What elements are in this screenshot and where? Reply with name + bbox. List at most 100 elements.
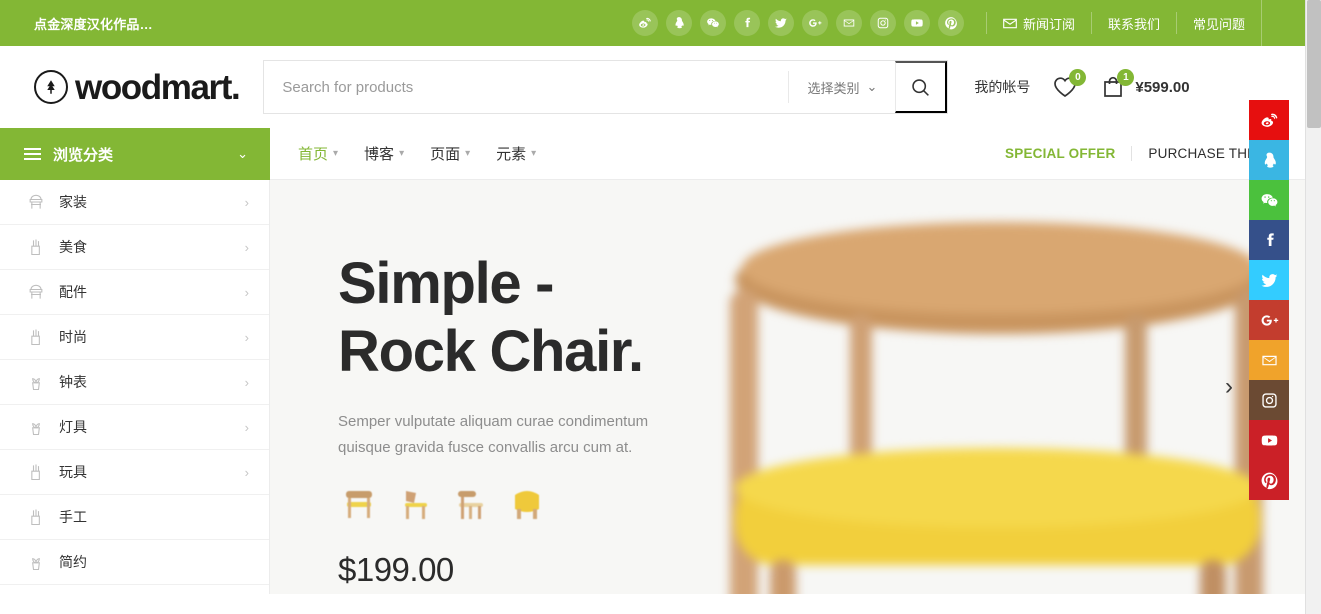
google-plus-icon[interactable] xyxy=(801,10,828,36)
rail-google-plus-button[interactable] xyxy=(1249,300,1289,340)
my-account-link[interactable]: 我的帐号 xyxy=(974,77,1030,97)
browse-categories-label: 浏览分类 xyxy=(53,146,114,164)
sidebar-item-label: 手工 xyxy=(59,509,87,525)
chair-thumb-icon xyxy=(515,491,539,520)
rail-pinterest-button[interactable] xyxy=(1249,460,1289,500)
hero-slider: Simple - Rock Chair. Semper vulputate al… xyxy=(270,180,1305,594)
wishlist-count-badge: 0 xyxy=(1069,69,1087,86)
rail-qq-button[interactable] xyxy=(1249,140,1289,180)
chevron-right-icon: › xyxy=(244,194,249,210)
sidebar-item-label: 钟表 xyxy=(59,374,87,390)
site-header: woodmart. 选择类别 ⌄ 我的帐号 0 1 ¥ xyxy=(0,46,1305,128)
top-bar-notice: 点金深度汉化作品… xyxy=(34,16,153,32)
chair-thumb-icon xyxy=(405,491,427,520)
search-submit-button[interactable] xyxy=(895,61,948,113)
chair-icon xyxy=(26,191,46,213)
scrollbar-thumb[interactable] xyxy=(1307,0,1321,128)
top-bar-end-divider xyxy=(1261,0,1305,46)
nav-item-label: 页面 xyxy=(430,146,461,163)
special-offer-link[interactable]: SPECIAL OFFER xyxy=(1005,146,1133,161)
sidebar-item-food[interactable]: 美食 › xyxy=(0,225,269,270)
variant-thumbnail-3[interactable] xyxy=(450,483,492,525)
twitter-icon xyxy=(1260,273,1277,287)
browse-categories-button[interactable]: 浏览分类 ⌄ xyxy=(0,128,270,180)
twitter-icon[interactable] xyxy=(767,10,794,36)
sidebar-item-label: 美食 xyxy=(59,239,87,255)
envelope-icon xyxy=(1003,18,1017,28)
variant-thumbnail-4[interactable] xyxy=(506,483,548,525)
search-category-label: 选择类别 xyxy=(807,80,860,96)
hand-icon xyxy=(26,326,46,348)
rail-facebook-button[interactable] xyxy=(1249,220,1289,260)
facebook-icon xyxy=(1266,232,1274,246)
nav-item-pages[interactable]: 页面 ▾ xyxy=(430,143,470,164)
pinterest-icon[interactable] xyxy=(937,10,964,36)
hand-icon xyxy=(26,461,46,483)
wishlist-button[interactable]: 0 xyxy=(1052,69,1087,99)
top-bar-link-contact[interactable]: 联系我们 xyxy=(1090,12,1176,34)
facebook-icon[interactable] xyxy=(733,10,760,36)
rail-twitter-button[interactable] xyxy=(1249,260,1289,300)
hero-variant-thumbnails xyxy=(338,483,1305,525)
body-row: 家装 › 美食 › 配件 › 时尚 › 钟表 › 灯具 › 玩具 › 手工 简约… xyxy=(0,180,1305,594)
hamburger-icon xyxy=(24,148,41,160)
sidebar-item-label: 灯具 xyxy=(59,419,87,435)
sidebar-item-accessories[interactable]: 配件 › xyxy=(0,270,269,315)
wechat-icon[interactable] xyxy=(699,10,726,36)
browser-viewport: 点金深度汉化作品… 新闻订阅 联系我们 常见问题 woodmart. Searc… xyxy=(0,0,1321,614)
weibo-icon[interactable] xyxy=(631,10,658,36)
email-icon xyxy=(1261,355,1277,365)
chevron-down-icon: ▾ xyxy=(399,148,405,159)
sidebar-item-minimal[interactable]: 简约 xyxy=(0,540,269,585)
sidebar-item-fashion[interactable]: 时尚 › xyxy=(0,315,269,360)
nav-item-elements[interactable]: 元素 ▾ xyxy=(496,143,536,164)
logo-text: woodmart. xyxy=(75,67,241,107)
page-scrollbar[interactable] xyxy=(1305,0,1321,614)
hero-content: Simple - Rock Chair. Semper vulputate al… xyxy=(270,180,1305,589)
top-bar-link-faq[interactable]: 常见问题 xyxy=(1175,12,1261,34)
search-category-select[interactable]: 选择类别 ⌄ xyxy=(788,71,895,103)
hand-icon xyxy=(26,506,46,528)
email-icon[interactable] xyxy=(835,10,862,36)
wechat-icon xyxy=(1261,193,1277,206)
sidebar-item-label: 简约 xyxy=(59,554,87,570)
cart-total: ¥599.00 xyxy=(1135,78,1190,96)
sidebar-item-handmade[interactable]: 手工 xyxy=(0,495,269,540)
tree-logo-icon xyxy=(34,70,68,104)
search-input[interactable] xyxy=(264,61,789,113)
sidebar-item-lighting[interactable]: 灯具 › xyxy=(0,405,269,450)
hand-icon xyxy=(26,236,46,258)
rail-youtube-button[interactable] xyxy=(1249,420,1289,460)
sidebar-item-label: 配件 xyxy=(59,284,87,300)
instagram-icon[interactable] xyxy=(869,10,896,36)
hero-price: $199.00 xyxy=(338,551,454,589)
chevron-down-icon: ⌄ xyxy=(866,79,878,94)
top-bar-link-newsletter[interactable]: 新闻订阅 xyxy=(985,12,1091,34)
chevron-down-icon: ▾ xyxy=(333,148,339,159)
site-logo[interactable]: woodmart. xyxy=(34,67,241,107)
cart-group: 1 ¥599.00 xyxy=(1100,69,1190,99)
sidebar-item-home-decor[interactable]: 家装 › xyxy=(0,180,269,225)
rail-wechat-button[interactable] xyxy=(1249,180,1289,220)
top-bar-social-list xyxy=(631,10,964,36)
qq-icon[interactable] xyxy=(665,10,692,36)
chevron-right-icon: › xyxy=(244,284,249,300)
cart-button[interactable]: 1 xyxy=(1100,69,1135,99)
rail-email-button[interactable] xyxy=(1249,340,1289,380)
top-bar-link-label: 联系我们 xyxy=(1107,16,1160,32)
rail-instagram-button[interactable] xyxy=(1249,380,1289,420)
nav-item-blog[interactable]: 博客 ▾ xyxy=(364,143,404,164)
chevron-right-icon: › xyxy=(244,329,249,345)
youtube-icon[interactable] xyxy=(903,10,930,36)
carousel-next-button[interactable]: › xyxy=(1215,373,1243,401)
chevron-right-icon: › xyxy=(244,239,249,255)
rail-weibo-button[interactable] xyxy=(1249,100,1289,140)
variant-thumbnail-2[interactable] xyxy=(394,483,436,525)
pinterest-icon xyxy=(1261,472,1277,489)
variant-thumbnail-1[interactable] xyxy=(338,483,380,525)
nav-item-home[interactable]: 首页 ▾ xyxy=(298,143,338,164)
weibo-icon xyxy=(1261,113,1277,127)
sidebar-item-watches[interactable]: 钟表 › xyxy=(0,360,269,405)
sidebar-item-toys[interactable]: 玩具 › xyxy=(0,450,269,495)
chevron-down-icon: ▾ xyxy=(465,148,471,159)
